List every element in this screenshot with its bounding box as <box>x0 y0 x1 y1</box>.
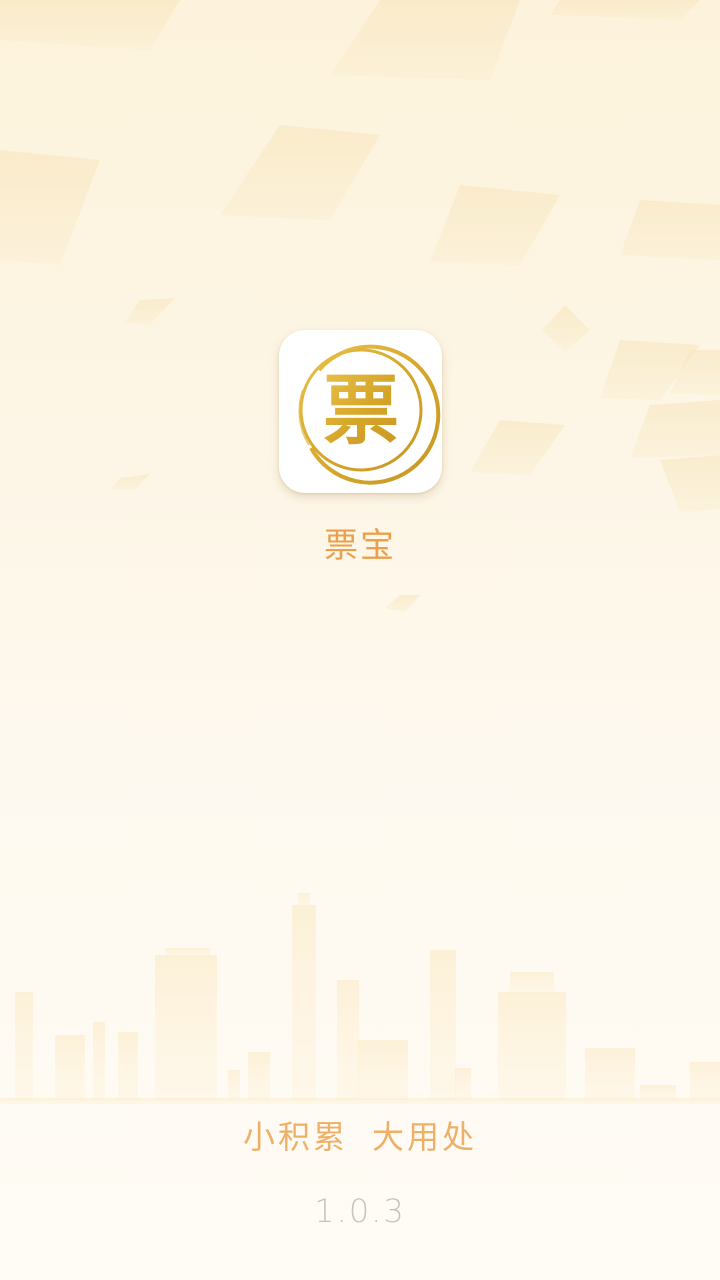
slogan-right: 大用处 <box>372 1118 478 1156</box>
version-label: 1.0.3 <box>314 1192 406 1230</box>
slogan-left: 小积累 <box>242 1118 348 1156</box>
background-decoration <box>0 0 720 1104</box>
app-name: 票宝 <box>324 526 396 566</box>
city-skyline <box>0 893 720 1104</box>
logo-character: 票 <box>323 366 399 455</box>
piao-seal-icon: 票 <box>298 344 441 485</box>
slogan: 小积累 大用处 <box>0 1112 720 1158</box>
app-logo-icon: 票 <box>279 330 442 493</box>
